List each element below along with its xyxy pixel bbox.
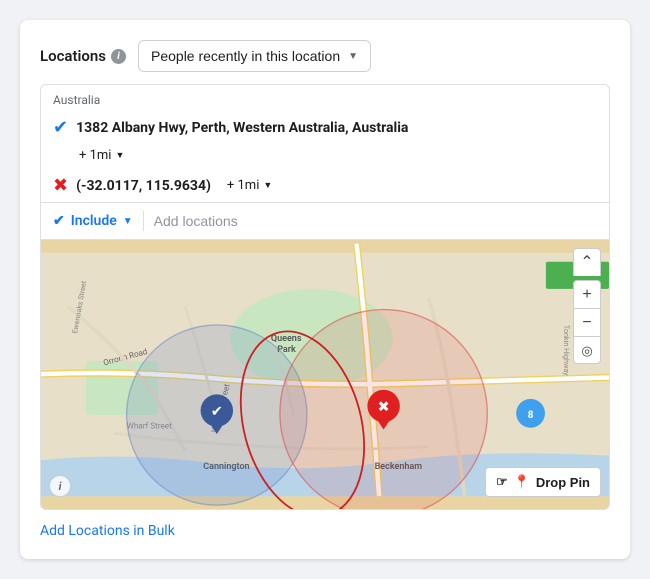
location-type-dropdown[interactable]: People recently in this location ▼ [138, 40, 371, 72]
secondary-radius-row: + 1mi ▼ [227, 178, 272, 193]
primary-radius-row: + 1mi ▼ [41, 144, 609, 169]
secondary-radius-text: + 1mi [227, 178, 259, 193]
secondary-location-coords: (-32.0117, 115.9634) [76, 178, 211, 194]
zoom-controls: + − ◎ [573, 280, 601, 364]
primary-radius-text: + 1mi [79, 148, 111, 163]
primary-pin-icon: ✔ [53, 117, 68, 138]
info-icon[interactable]: i [111, 49, 126, 64]
footer: Add Locations in Bulk [40, 520, 610, 539]
map-chevron-up-button[interactable]: ⌃ [573, 248, 601, 276]
svg-text:8: 8 [528, 410, 534, 421]
primary-location-item: ✔ 1382 Albany Hwy, Perth, Western Austra… [41, 111, 609, 144]
include-button[interactable]: ✔ Include ▼ [53, 213, 143, 229]
include-chevron-icon: ▼ [123, 216, 133, 227]
location-box: Australia ✔ 1382 Albany Hwy, Perth, West… [40, 84, 610, 510]
add-locations-bulk-link[interactable]: Add Locations in Bulk [40, 523, 175, 539]
toolbar-row: ✔ Include ▼ [41, 202, 609, 239]
secondary-radius-tag[interactable]: + 1mi ▼ [227, 178, 272, 193]
header-row: Locations i People recently in this loca… [40, 40, 610, 72]
dropdown-chevron-icon: ▼ [348, 51, 358, 62]
navigation-controls: ⌃ [573, 248, 601, 276]
svg-text:✔: ✔ [211, 403, 223, 420]
locations-text: Locations [40, 47, 106, 65]
svg-text:Tonkin Highway: Tonkin Highway [562, 325, 571, 376]
map-background: Orrong Road William Street Ewenoaks Stre… [41, 240, 609, 509]
locations-panel: Locations i People recently in this loca… [20, 20, 630, 559]
map-container[interactable]: Orrong Road William Street Ewenoaks Stre… [41, 239, 609, 509]
primary-location-name: 1382 Albany Hwy, Perth, Western Australi… [76, 120, 408, 136]
include-label: Include [71, 213, 117, 229]
map-info-button[interactable]: i [49, 475, 71, 497]
toolbar-divider [143, 211, 144, 231]
drop-pin-button[interactable]: ☞ 📍 Drop Pin [485, 467, 601, 497]
secondary-radius-chevron-icon: ▼ [263, 180, 272, 191]
hand-icon: ☞ [496, 474, 508, 490]
zoom-out-button[interactable]: − [573, 308, 601, 336]
locate-button[interactable]: ◎ [573, 336, 601, 364]
drop-pin-label: Drop Pin [536, 475, 590, 490]
locations-label: Locations i [40, 47, 126, 65]
primary-radius-chevron-icon: ▼ [115, 150, 124, 161]
add-locations-input[interactable] [154, 213, 597, 229]
pin-small-icon: ✔ [53, 213, 65, 229]
svg-text:Queens: Queens [271, 334, 302, 344]
secondary-pin-icon: ✖ [53, 175, 68, 196]
svg-text:✖: ✖ [378, 398, 390, 415]
pin-icon-small: 📍 [514, 474, 530, 490]
secondary-location-item: ✖ (-32.0117, 115.9634) + 1mi ▼ [41, 169, 609, 202]
map-controls: ⌃ + − ◎ [573, 248, 601, 368]
country-label: Australia [41, 85, 609, 111]
primary-radius-tag[interactable]: + 1mi ▼ [79, 148, 124, 163]
dropdown-label: People recently in this location [151, 48, 340, 64]
zoom-in-button[interactable]: + [573, 280, 601, 308]
